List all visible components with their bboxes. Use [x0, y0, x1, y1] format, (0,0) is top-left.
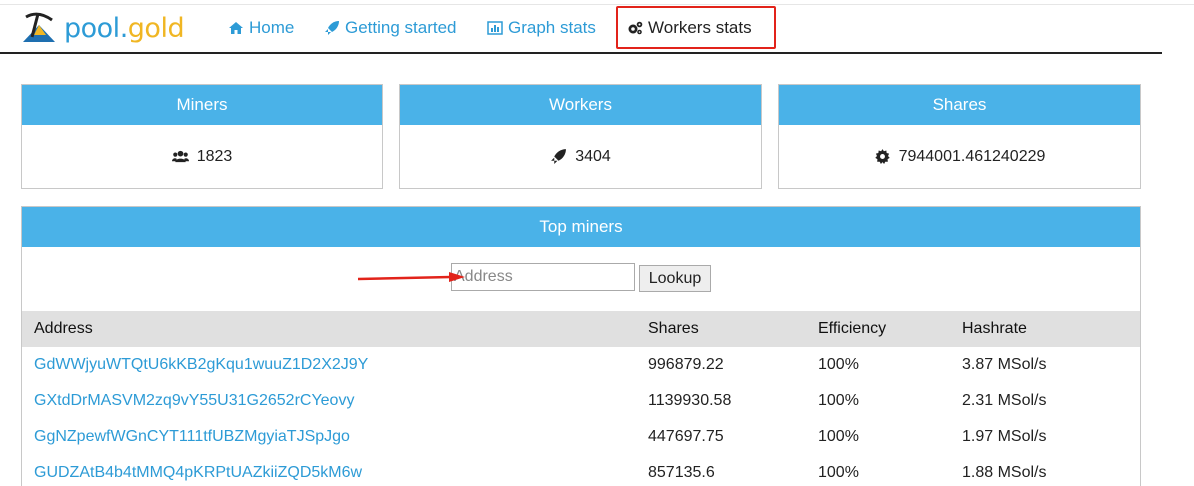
miner-efficiency: 100% — [818, 356, 859, 373]
top-navbar: pool.gold Home Getting started Graph sta… — [0, 0, 1194, 54]
top-miners-table: Address Shares Efficiency Hashrate GdWWj… — [22, 311, 1140, 486]
workers-count: 3404 — [575, 147, 611, 165]
gear-icon — [874, 148, 891, 165]
miners-count: 1823 — [196, 147, 233, 165]
pickaxe-logo-icon — [20, 11, 58, 45]
table-row: GdWWjyuWTQtU6kKB2gKqu1wuuZ1D2X2J9Y 99687… — [22, 347, 1140, 383]
brand-name: pool.gold — [64, 12, 185, 44]
workers-panel-title: Workers — [400, 85, 761, 125]
nav-home[interactable]: Home — [228, 18, 294, 38]
miner-address-link[interactable]: GdWWjyuWTQtU6kKB2gKqu1wuuZ1D2X2J9Y — [22, 347, 636, 383]
nav-graph-stats-label: Graph stats — [508, 18, 596, 37]
shares-panel: Shares 7944001.461240229 — [778, 84, 1141, 189]
nav-getting-started[interactable]: Getting started — [324, 18, 457, 38]
miner-hashrate: 2.31 MSol/s — [962, 392, 1047, 409]
home-icon — [228, 20, 244, 36]
column-header-address: Address — [34, 320, 93, 337]
miner-address-link[interactable]: GgNZpewfWGnCYT111tfUBZMgyiaTJSpJgo — [22, 419, 636, 455]
miner-hashrate: 1.88 MSol/s — [962, 464, 1047, 481]
top-miners-title: Top miners — [22, 207, 1140, 247]
brand-logo[interactable]: pool.gold — [20, 10, 185, 46]
nav-home-label: Home — [249, 18, 295, 37]
miners-panel-title: Miners — [22, 85, 382, 125]
table-row: GUDZAtB4b4tMMQ4pKRPtUAZkiiZQD5kM6w 85713… — [22, 455, 1140, 486]
miners-panel: Miners 1823 — [21, 84, 383, 189]
address-search-input[interactable] — [451, 263, 635, 291]
shares-panel-title: Shares — [779, 85, 1140, 125]
miner-hashrate: 1.97 MSol/s — [962, 428, 1047, 445]
annotation-highlight-box — [616, 6, 776, 49]
workers-panel: Workers 3404 — [399, 84, 762, 189]
shares-panel-body: 7944001.461240229 — [779, 125, 1140, 188]
miner-shares: 857135.6 — [648, 464, 715, 481]
miner-efficiency: 100% — [818, 392, 859, 409]
rocket-icon — [550, 148, 567, 165]
lookup-button[interactable]: Lookup — [639, 265, 711, 292]
miners-panel-body: 1823 — [22, 125, 382, 188]
miner-shares: 447697.75 — [648, 428, 724, 445]
miner-shares: 996879.22 — [648, 356, 724, 373]
annotation-arrow-icon — [357, 272, 465, 282]
miner-efficiency: 100% — [818, 428, 859, 445]
table-header-row: Address Shares Efficiency Hashrate — [22, 311, 1140, 347]
table-row: GXtdDrMASVM2zq9vY55U31G2652rCYeovy 11399… — [22, 383, 1140, 419]
rocket-icon — [324, 20, 340, 36]
top-border — [0, 4, 1194, 5]
workers-panel-body: 3404 — [400, 125, 761, 188]
users-icon — [171, 148, 189, 165]
miner-address-link[interactable]: GUDZAtB4b4tMMQ4pKRPtUAZkiiZQD5kM6w — [22, 455, 636, 486]
bar-chart-icon — [487, 20, 503, 36]
miner-hashrate: 3.87 MSol/s — [962, 356, 1047, 373]
top-miners-panel: Top miners Lookup Address Shares Efficie… — [21, 206, 1141, 486]
column-header-shares: Shares — [648, 320, 699, 337]
miner-address-link[interactable]: GXtdDrMASVM2zq9vY55U31G2652rCYeovy — [22, 383, 636, 419]
miner-efficiency: 100% — [818, 464, 859, 481]
nav-getting-started-label: Getting started — [345, 18, 457, 37]
column-header-efficiency: Efficiency — [818, 320, 887, 337]
shares-total: 7944001.461240229 — [898, 147, 1046, 165]
column-header-hashrate: Hashrate — [962, 320, 1027, 337]
miner-shares: 1139930.58 — [648, 392, 732, 409]
navbar-divider — [0, 52, 1162, 54]
nav-graph-stats[interactable]: Graph stats — [487, 18, 596, 38]
table-row: GgNZpewfWGnCYT111tfUBZMgyiaTJSpJgo 44769… — [22, 419, 1140, 455]
